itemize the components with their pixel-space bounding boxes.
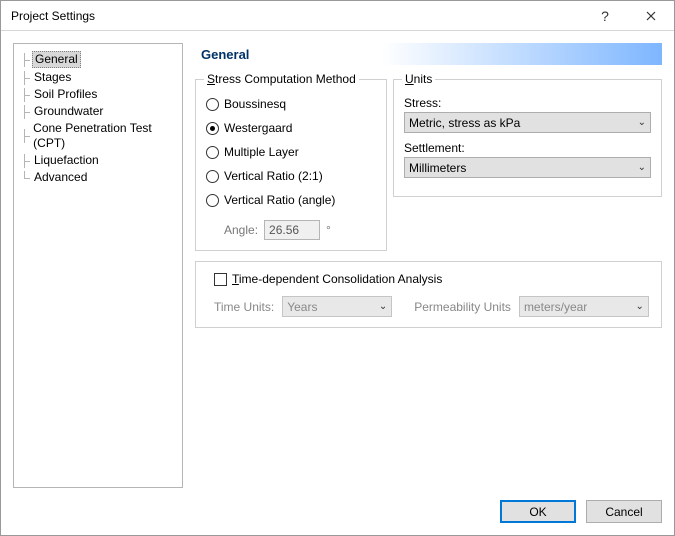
nav-item-soil-profiles[interactable]: Soil Profiles	[18, 86, 178, 103]
page-title: General	[201, 47, 249, 62]
radio-label: Boussinesq	[224, 97, 286, 111]
combo-value: Years	[287, 300, 317, 314]
time-units-combo: Years ⌄	[282, 296, 392, 317]
radio-label: Westergaard	[224, 121, 292, 135]
nav-item-label: Cone Penetration Test (CPT)	[31, 121, 178, 151]
checkbox-icon	[214, 273, 227, 286]
tree-connector-icon	[18, 71, 32, 85]
radio-multiple-layer[interactable]: Multiple Layer	[206, 142, 376, 162]
project-settings-dialog: Project Settings ? General Stages Soil P…	[0, 0, 675, 536]
chevron-down-icon: ⌄	[638, 117, 646, 128]
ok-button[interactable]: OK	[500, 500, 576, 523]
page-header: General	[195, 43, 662, 65]
cancel-button[interactable]: Cancel	[586, 500, 662, 523]
radio-vertical-ratio-angle[interactable]: Vertical Ratio (angle)	[206, 190, 376, 210]
tree-connector-icon	[18, 53, 32, 67]
titlebar: Project Settings ?	[1, 1, 674, 31]
stress-method-legend: Stress Computation Method	[204, 72, 359, 86]
close-button[interactable]	[628, 1, 674, 31]
window-title: Project Settings	[11, 9, 582, 23]
stress-units-combo[interactable]: Metric, stress as kPa ⌄	[404, 112, 651, 133]
radio-icon	[206, 122, 219, 135]
settlement-units-combo[interactable]: Millimeters ⌄	[404, 157, 651, 178]
time-dependent-checkbox[interactable]: Time-dependent Consolidation Analysis	[214, 272, 651, 286]
radio-icon	[206, 146, 219, 159]
chevron-down-icon: ⌄	[638, 162, 646, 173]
angle-input: 26.56	[264, 220, 320, 240]
nav-item-label: General	[32, 51, 81, 68]
combo-value: meters/year	[524, 300, 587, 314]
radio-label: Vertical Ratio (2:1)	[224, 169, 323, 183]
time-units-label: Time Units:	[214, 300, 274, 314]
radio-boussinesq[interactable]: Boussinesq	[206, 94, 376, 114]
content-area: General Stress Computation Method Boussi…	[195, 43, 662, 488]
nav-item-advanced[interactable]: Advanced	[18, 169, 178, 186]
settlement-label: Settlement:	[404, 141, 651, 155]
angle-row: Angle: 26.56 °	[224, 220, 376, 240]
radio-vertical-ratio-21[interactable]: Vertical Ratio (2:1)	[206, 166, 376, 186]
nav-item-groundwater[interactable]: Groundwater	[18, 103, 178, 120]
tree-connector-icon	[18, 129, 31, 143]
radio-label: Multiple Layer	[224, 145, 299, 159]
nav-item-label: Advanced	[32, 170, 87, 185]
radio-icon	[206, 170, 219, 183]
permeability-units-label: Permeability Units	[414, 300, 511, 314]
permeability-units-combo: meters/year ⌄	[519, 296, 649, 317]
consolidation-group: Time-dependent Consolidation Analysis Ti…	[195, 261, 662, 328]
chevron-down-icon: ⌄	[379, 301, 387, 312]
nav-item-general[interactable]: General	[18, 50, 178, 69]
units-group: Units Stress: Metric, stress as kPa ⌄ Se…	[393, 79, 662, 197]
combo-value: Millimeters	[409, 161, 466, 175]
units-legend: Units	[402, 72, 435, 86]
nav-item-cpt[interactable]: Cone Penetration Test (CPT)	[18, 120, 178, 152]
nav-item-label: Groundwater	[32, 104, 103, 119]
radio-label: Vertical Ratio (angle)	[224, 193, 335, 207]
angle-unit: °	[326, 223, 331, 237]
radio-icon	[206, 98, 219, 111]
nav-item-label: Liquefaction	[32, 153, 99, 168]
tree-connector-icon	[18, 154, 32, 168]
category-tree: General Stages Soil Profiles Groundwater…	[13, 43, 183, 488]
combo-value: Metric, stress as kPa	[409, 116, 520, 130]
nav-item-stages[interactable]: Stages	[18, 69, 178, 86]
chevron-down-icon: ⌄	[636, 301, 644, 312]
radio-westergaard[interactable]: Westergaard	[206, 118, 376, 138]
stress-label: Stress:	[404, 96, 651, 110]
close-icon	[646, 11, 656, 21]
tree-connector-icon	[18, 171, 32, 185]
help-button[interactable]: ?	[582, 1, 628, 31]
tree-connector-icon	[18, 105, 32, 119]
angle-label: Angle:	[224, 223, 258, 237]
stress-method-group: Stress Computation Method Boussinesq Wes…	[195, 79, 387, 251]
checkbox-label: Time-dependent Consolidation Analysis	[232, 272, 442, 286]
nav-item-liquefaction[interactable]: Liquefaction	[18, 152, 178, 169]
nav-item-label: Stages	[32, 70, 71, 85]
radio-icon	[206, 194, 219, 207]
nav-item-label: Soil Profiles	[32, 87, 97, 102]
tree-connector-icon	[18, 88, 32, 102]
